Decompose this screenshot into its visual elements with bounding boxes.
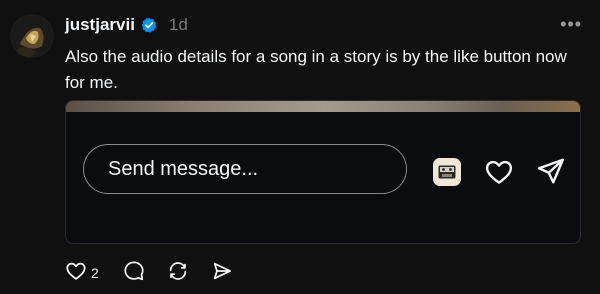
share-button[interactable] bbox=[211, 260, 233, 285]
avatar[interactable] bbox=[10, 14, 54, 58]
repost-icon bbox=[167, 260, 189, 285]
post-actions: 2 bbox=[65, 260, 233, 285]
share-icon bbox=[211, 260, 233, 285]
comment-icon bbox=[123, 260, 145, 285]
story-media[interactable]: Send message... bbox=[65, 100, 581, 244]
comment-button[interactable] bbox=[123, 260, 145, 285]
post-text: Also the audio details for a song in a s… bbox=[65, 47, 567, 92]
post-time: 1d bbox=[168, 15, 188, 34]
audio-cassette-icon[interactable] bbox=[433, 158, 461, 186]
more-icon[interactable]: ••• bbox=[560, 14, 582, 34]
username[interactable]: justjarvii bbox=[65, 15, 135, 35]
like-count: 2 bbox=[91, 264, 99, 281]
send-message-placeholder: Send message... bbox=[108, 157, 259, 180]
repost-button[interactable] bbox=[167, 260, 189, 285]
paper-plane-icon[interactable] bbox=[536, 156, 566, 191]
like-button[interactable]: 2 bbox=[65, 260, 99, 285]
verified-badge-icon bbox=[141, 17, 157, 33]
send-message-input[interactable]: Send message... bbox=[83, 144, 407, 194]
heart-icon[interactable] bbox=[484, 157, 514, 192]
post-header: justjarvii 1d bbox=[65, 15, 188, 35]
heart-icon bbox=[65, 260, 87, 285]
media-image-strip bbox=[66, 101, 580, 112]
